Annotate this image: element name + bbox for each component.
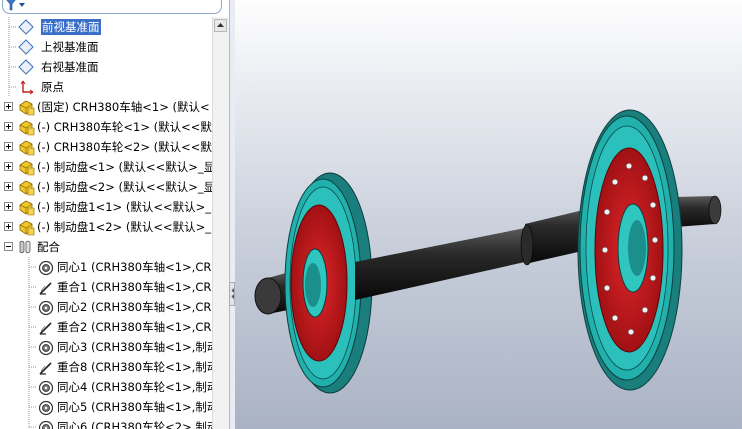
coincident-mate-icon (39, 282, 52, 295)
funnel-filter-icon[interactable] (5, 0, 27, 11)
tree-item-label: (-) CRH380车轮<2> (默认<<默 (37, 140, 212, 154)
tree-item-label: (-) 制动盘<2> (默认<<默认>_显 (37, 180, 216, 194)
tree-item[interactable]: (-) 制动盘<1> (默认<<默认>_显 (0, 157, 216, 177)
mates-folder-icon (19, 240, 31, 254)
tree-item[interactable]: 同心3 (CRH380车轴<1>,制动 (0, 337, 218, 357)
part-icon (19, 200, 35, 216)
tree-item-label: 配合 (37, 240, 60, 254)
tree-item[interactable]: (-) 制动盘1<2> (默认<<默认>_ (0, 217, 212, 237)
right-wheel (577, 109, 683, 391)
coincident-mate-icon (39, 362, 52, 375)
expand-toggle-icon[interactable] (4, 162, 13, 171)
concentric-mate-icon (38, 340, 54, 356)
plane-icon (18, 19, 34, 35)
collapse-toggle-icon[interactable] (4, 242, 13, 251)
expand-toggle-icon[interactable] (4, 202, 13, 211)
coincident-mate-icon (39, 322, 52, 335)
feature-manager-tree: 前视基准面上视基准面右视基准面原点 (固定) CRH380车轴<1> (默认< (-… (0, 0, 230, 429)
tree-item-label: 同心3 (CRH380车轴<1>,制动 (57, 340, 219, 354)
tree-item[interactable]: (-) 制动盘1<1> (默认<<默认>_ (0, 197, 212, 217)
tree-item-label: (固定) CRH380车轴<1> (默认< (37, 100, 210, 114)
tree-item[interactable]: 同心1 (CRH380车轴<1>,CR (0, 257, 212, 277)
wheelset-3d-model (254, 109, 722, 394)
tree-item[interactable]: 重合2 (CRH380车轴<1>,CR (0, 317, 212, 337)
part-icon (19, 160, 35, 176)
tree-item-label: 同心2 (CRH380车轴<1>,CR (57, 300, 212, 314)
part-icon (19, 180, 35, 196)
tree-item-label: 重合2 (CRH380车轴<1>,CR (57, 320, 212, 334)
tree-item-label: 上视基准面 (41, 40, 99, 54)
tree-item-label: (-) 制动盘1<1> (默认<<默认>_ (37, 200, 211, 214)
origin-icon (20, 80, 34, 95)
scroll-up-button[interactable] (214, 19, 227, 32)
tree-item[interactable]: (固定) CRH380车轴<1> (默认< (0, 97, 212, 117)
part-icon (19, 220, 35, 236)
tree-item-label: (-) 制动盘<1> (默认<<默认>_显 (37, 160, 216, 174)
expand-toggle-icon[interactable] (4, 122, 13, 131)
expand-toggle-icon[interactable] (4, 142, 13, 151)
tree-item-label: (-) 制动盘1<2> (默认<<默认>_ (37, 220, 211, 234)
expand-toggle-icon[interactable] (4, 102, 13, 111)
tree-item-label: 重合8 (CRH380车轮<1>,制动 (57, 360, 219, 374)
tree-item[interactable]: 同心4 (CRH380车轮<1>,制动 (0, 377, 218, 397)
concentric-mate-icon (38, 300, 54, 316)
part-icon (19, 100, 35, 116)
tree-item[interactable]: 同心5 (CRH380车轴<1>,制动 (0, 397, 218, 417)
tree-item[interactable]: 右视基准面 (0, 57, 212, 77)
tree-item[interactable]: 同心2 (CRH380车轴<1>,CR (0, 297, 212, 317)
tree-vertical-scrollbar[interactable] (212, 17, 229, 429)
tree-item[interactable]: (-) CRH380车轮<2> (默认<<默 (0, 137, 212, 157)
tree-item-label: 原点 (41, 80, 64, 94)
tree-item-label: (-) CRH380车轮<1> (默认<<默 (37, 120, 212, 134)
chevron-up-icon (217, 23, 224, 27)
tree-item[interactable]: 原点 (0, 77, 212, 97)
concentric-mate-icon (38, 380, 54, 396)
tree-item[interactable]: (-) CRH380车轮<1> (默认<<默 (0, 117, 212, 137)
tree-filter-input[interactable] (2, 0, 222, 14)
tree-item-label: 同心5 (CRH380车轴<1>,制动 (57, 400, 219, 414)
expand-toggle-icon[interactable] (4, 182, 13, 191)
concentric-mate-icon (38, 260, 54, 276)
tree-item-label: 右视基准面 (41, 60, 99, 74)
plane-icon (18, 59, 34, 75)
tree-item[interactable]: 配合 (0, 237, 212, 257)
concentric-mate-icon (38, 420, 54, 429)
tree-item[interactable]: 重合1 (CRH380车轴<1>,CR (0, 277, 212, 297)
plane-icon (18, 39, 34, 55)
tree-item-label: 同心6 (CRH380车轮<2>,制动 (57, 420, 219, 429)
tree-item-label: 同心4 (CRH380车轮<1>,制动 (57, 380, 219, 394)
expand-toggle-icon[interactable] (4, 222, 13, 231)
tree-item[interactable]: 重合8 (CRH380车轮<1>,制动 (0, 357, 218, 377)
tree-item[interactable]: (-) 制动盘<2> (默认<<默认>_显 (0, 177, 216, 197)
concentric-mate-icon (38, 400, 54, 416)
tree-item[interactable]: 上视基准面 (0, 37, 212, 57)
tree-item[interactable]: 前视基准面 (0, 17, 212, 37)
part-icon (19, 140, 35, 156)
part-icon (19, 120, 35, 136)
tree-item[interactable]: 同心6 (CRH380车轮<2>,制动 (0, 417, 218, 429)
graphics-viewport[interactable] (235, 0, 742, 429)
tree-item-label: 同心1 (CRH380车轴<1>,CR (57, 260, 212, 274)
tree-item-label: 前视基准面 (41, 19, 101, 35)
tree-filter-bar (0, 0, 225, 15)
tree-item-label: 重合1 (CRH380车轴<1>,CR (57, 280, 212, 294)
